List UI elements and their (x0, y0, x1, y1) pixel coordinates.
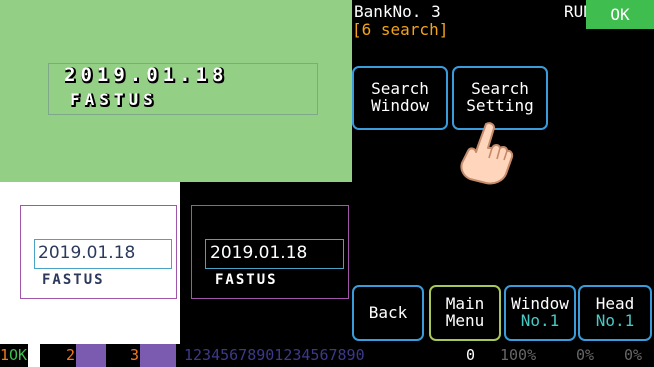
status-count: 0 (466, 346, 476, 364)
status-bar: 1 OK 2 3 12345678901234567890 0 100% 0% … (0, 344, 654, 367)
status-slot1-value: OK (9, 346, 28, 364)
window-number-button[interactable]: Window No.1 (504, 285, 576, 341)
sample-date-1: 2019.01.18 (38, 243, 136, 263)
head-number-value: No.1 (595, 311, 635, 330)
status-percent-1: 100% (500, 346, 537, 364)
sample-name-1: FASTUS (42, 272, 105, 288)
status-digits: 12345678901234567890 (184, 346, 365, 364)
hand-pointer-icon (460, 122, 514, 185)
status-slot1-bar (28, 344, 40, 367)
search-setting-label-2: Setting (466, 96, 534, 115)
search-window-button[interactable]: Search Window (352, 66, 448, 130)
result-ok-badge: OK (586, 0, 654, 29)
ocr-name-text: FASTUS (70, 90, 158, 109)
main-menu-label-2: Menu (445, 311, 485, 330)
window-number-value: No.1 (520, 311, 560, 330)
status-slot3-index: 3 (130, 346, 140, 364)
search-window-label-2: Window (371, 96, 429, 115)
status-slot3-bar (140, 344, 176, 367)
main-menu-button[interactable]: Main Menu (429, 285, 501, 341)
status-percent-2: 0% (576, 346, 595, 364)
sample-name-2: FASTUS (215, 272, 278, 288)
status-slot2-bar (76, 344, 106, 367)
status-slot2-index: 2 (66, 346, 76, 364)
ocr-date-text: 2019.01.18 (64, 64, 229, 86)
back-button[interactable]: Back (352, 285, 424, 341)
search-count-label: [6 search] (352, 20, 449, 39)
sample-date-2: 2019.01.18 (210, 243, 308, 263)
head-number-button[interactable]: Head No.1 (578, 285, 652, 341)
status-percent-3: 0% (624, 346, 643, 364)
status-slot1-index: 1 (0, 346, 10, 364)
bank-number-label: BankNo. 3 (354, 2, 441, 21)
